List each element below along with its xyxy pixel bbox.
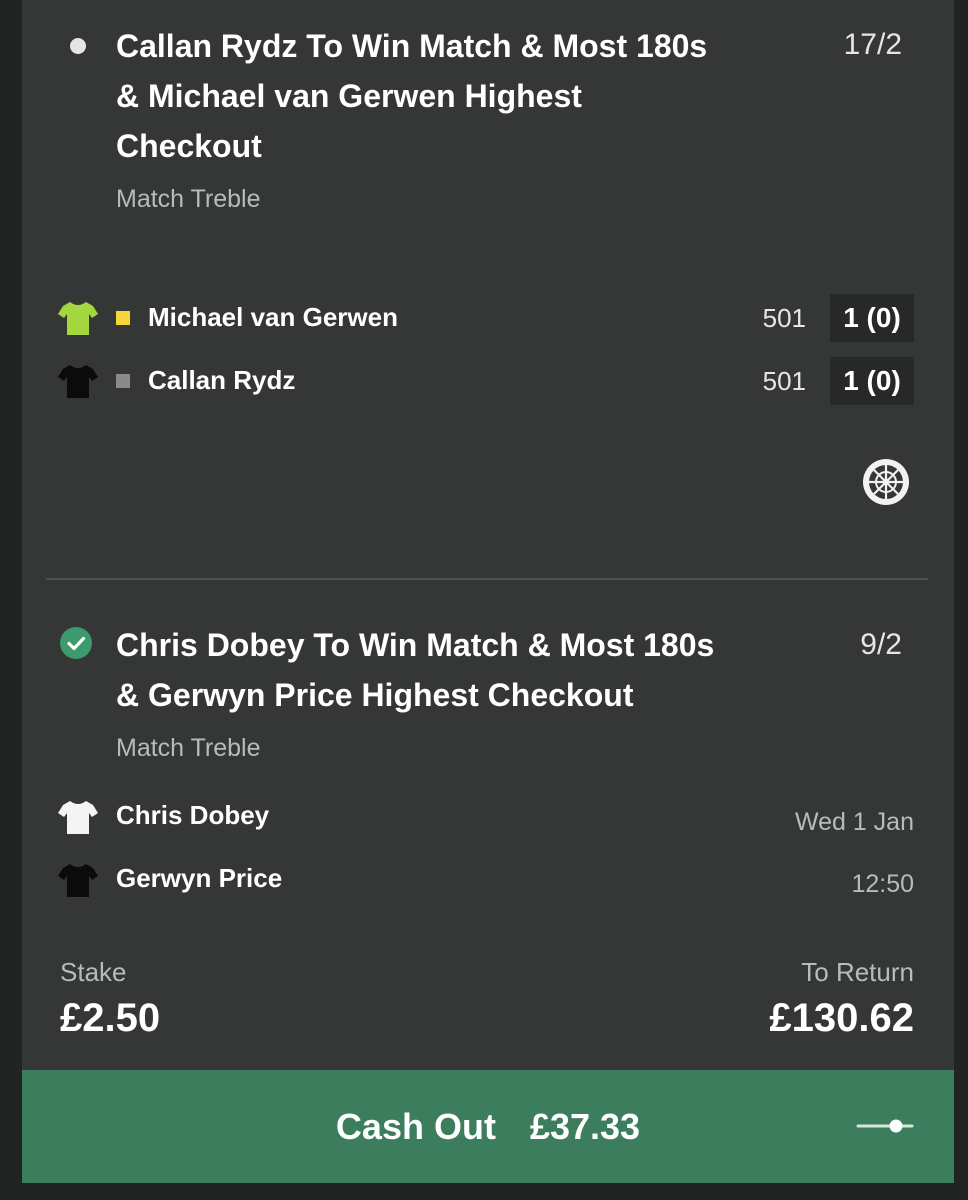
team-shirt-icon: [58, 862, 98, 898]
player-score: 501: [762, 303, 806, 333]
bet-divider: [46, 578, 928, 580]
market-name: Match Treble: [116, 185, 261, 213]
market-name: Match Treble: [116, 734, 261, 762]
stake-label: Stake: [60, 957, 127, 987]
to-return-label: To Return: [801, 957, 914, 987]
player-score: 501: [762, 366, 806, 396]
cash-out-label: Cash Out: [335, 1106, 496, 1147]
stake-value: £2.50: [60, 996, 161, 1040]
player-name: Michael van Gerwen: [148, 302, 398, 332]
to-return-value: £130.62: [769, 996, 914, 1040]
event-time: 12:50: [851, 870, 914, 898]
team-shirt-icon: [58, 300, 98, 336]
player-legs: 1 (0): [830, 294, 914, 342]
player-legs: 1 (0): [830, 357, 914, 405]
status-open-icon: [70, 38, 86, 54]
partial-cashout-slider-icon[interactable]: [856, 1115, 916, 1137]
player-name: Chris Dobey: [116, 800, 270, 830]
check-circle-icon: [60, 627, 92, 659]
selection-odds: 17/2: [843, 28, 902, 61]
player-name: Gerwyn Price: [116, 863, 283, 893]
dartboard-icon: [861, 457, 911, 507]
selection-title: Chris Dobey To Win Match & Most 180s & G…: [116, 620, 816, 720]
selection-title-line: Callan Rydz To Win Match & Most 180s: [116, 28, 708, 64]
selection-title-line: Chris Dobey To Win Match & Most 180s: [116, 627, 715, 663]
selection-title-line: & Michael van Gerwen Highest: [116, 78, 582, 114]
bet-card: Callan Rydz To Win Match & Most 180s & M…: [22, 0, 954, 1183]
selection-title: Callan Rydz To Win Match & Most 180s & M…: [116, 21, 796, 171]
event-date: Wed 1 Jan: [794, 808, 914, 836]
selection-title-line: & Gerwyn Price Highest Checkout: [116, 677, 634, 713]
serving-indicator: [116, 311, 130, 325]
cash-out-button[interactable]: Cash Out £37.33: [22, 1070, 954, 1183]
team-shirt-icon: [58, 799, 98, 835]
selection-odds: 9/2: [860, 628, 902, 661]
serving-indicator: [116, 374, 130, 388]
cash-out-text: Cash Out £37.33: [22, 1070, 954, 1183]
selection-title-line: Checkout: [116, 128, 262, 164]
cash-out-amount: £37.33: [529, 1106, 641, 1147]
player-name: Callan Rydz: [148, 365, 296, 395]
team-shirt-icon: [58, 363, 98, 399]
